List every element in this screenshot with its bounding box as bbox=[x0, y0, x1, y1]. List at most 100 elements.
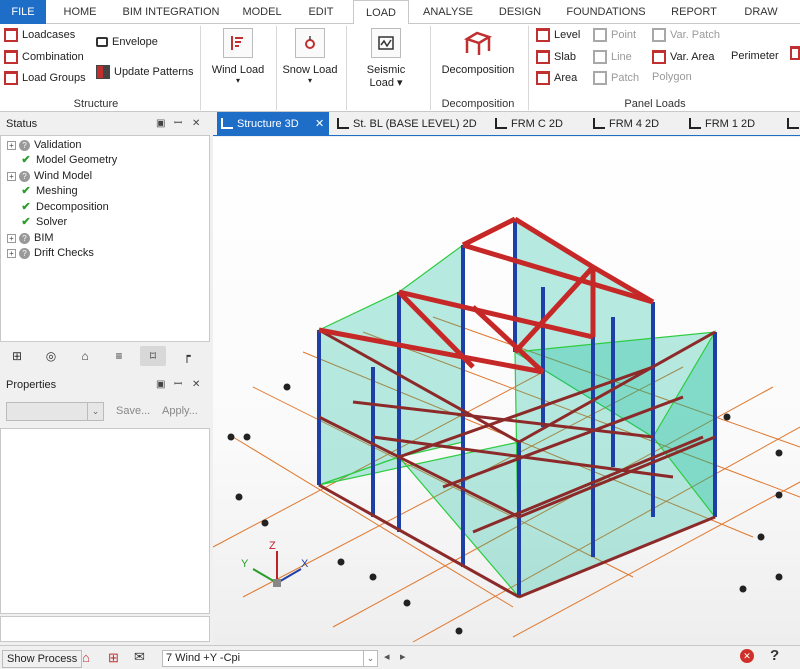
patch-load-button[interactable]: Patch bbox=[593, 71, 639, 85]
decomposition-button[interactable]: Decomposition bbox=[436, 28, 520, 76]
pane-dropdown-icon[interactable]: ▣ bbox=[156, 113, 165, 135]
check-icon: ✔ bbox=[21, 201, 31, 213]
loadcase-select[interactable]: 7 Wind +Y -Cpi ⌄ bbox=[162, 650, 378, 667]
tree-item-meshing[interactable]: ✔ Meshing bbox=[7, 184, 77, 199]
tab-report[interactable]: REPORT bbox=[666, 0, 722, 24]
expand-icon[interactable]: + bbox=[7, 141, 16, 150]
var-area-load-button[interactable]: Var. Area bbox=[652, 50, 714, 64]
expand-icon[interactable]: + bbox=[7, 249, 16, 258]
var-area-load-icon bbox=[652, 50, 666, 64]
tab-draw[interactable]: DRAW bbox=[736, 0, 786, 24]
combination-icon bbox=[4, 50, 18, 64]
pin-icon[interactable]: ꟷ bbox=[174, 113, 182, 135]
lock-view-icon[interactable]: ⌑ bbox=[140, 346, 166, 366]
slab-load-button[interactable]: Slab bbox=[536, 50, 576, 64]
tree-item-wind-model[interactable]: +? Wind Model bbox=[7, 169, 92, 184]
load-view-icon[interactable]: ⌂ bbox=[72, 346, 98, 366]
tree-item-bim[interactable]: +? BIM bbox=[7, 231, 54, 246]
column-view-icon[interactable]: ≡ bbox=[106, 346, 132, 366]
seismic-load-icon bbox=[371, 28, 401, 58]
patch-load-icon bbox=[593, 71, 607, 85]
level-load-button[interactable]: Level bbox=[536, 28, 580, 42]
tab-frm-1-2d[interactable]: FRM 1 2D bbox=[685, 112, 767, 136]
frame-view-icon[interactable]: ⊞ bbox=[4, 346, 30, 366]
tree-item-model-geometry[interactable]: ✔ Model Geometry bbox=[7, 153, 117, 168]
more-panel-load-icon[interactable] bbox=[790, 46, 800, 60]
seismic-load-button[interactable]: Seismic Load ▾ bbox=[357, 28, 415, 89]
perimeter-load-button[interactable]: Perimeter bbox=[731, 50, 779, 62]
next-loadcase-icon[interactable]: ▸ bbox=[400, 650, 406, 663]
chevron-down-icon[interactable]: ⌄ bbox=[87, 403, 103, 420]
structure-3d-model[interactable]: Z X Y bbox=[213, 137, 800, 645]
snow-load-icon bbox=[295, 28, 325, 58]
tab-file[interactable]: FILE bbox=[0, 0, 46, 24]
load-groups-button[interactable]: Load Groups bbox=[4, 71, 86, 85]
tab-model[interactable]: MODEL bbox=[236, 0, 288, 24]
properties-select[interactable]: ⌄ bbox=[6, 402, 104, 421]
line-load-button[interactable]: Line bbox=[593, 50, 632, 64]
close-icon[interactable]: ✕ bbox=[192, 113, 200, 135]
update-patterns-button[interactable]: Update Patterns bbox=[96, 65, 194, 79]
loadcases-button[interactable]: Loadcases bbox=[4, 28, 75, 42]
previous-loadcase-icon[interactable]: ◂ bbox=[384, 650, 390, 663]
close-icon[interactable]: ✕ bbox=[192, 374, 200, 396]
tree-item-solver[interactable]: ✔ Solver bbox=[7, 215, 67, 230]
tab-bim-integration[interactable]: BIM INTEGRATION bbox=[116, 0, 226, 24]
polygon-load-button[interactable]: Polygon bbox=[652, 71, 692, 83]
expand-icon[interactable]: + bbox=[7, 172, 16, 181]
wind-load-button[interactable]: Wind Load ▾ bbox=[208, 28, 268, 85]
var-patch-load-button[interactable]: Var. Patch bbox=[652, 28, 720, 42]
tree-item-drift-checks[interactable]: +? Drift Checks bbox=[7, 246, 94, 261]
apply-button[interactable]: Apply... bbox=[162, 405, 198, 417]
tab-base-level-2d[interactable]: St. BL (BASE LEVEL) 2D bbox=[333, 112, 477, 136]
tree-item-validation[interactable]: +? Validation bbox=[7, 138, 82, 153]
pane-dropdown-icon[interactable]: ▣ bbox=[156, 374, 165, 396]
envelope-display-icon[interactable]: ✉ bbox=[134, 649, 145, 665]
point-load-button[interactable]: Point bbox=[593, 28, 636, 42]
save-button[interactable]: Save... bbox=[116, 405, 150, 417]
tab-foundations[interactable]: FOUNDATIONS bbox=[560, 0, 652, 24]
tab-load[interactable]: LOAD bbox=[353, 0, 409, 25]
close-tab-icon[interactable]: ✕ bbox=[315, 112, 324, 136]
slab-load-icon bbox=[536, 50, 550, 64]
separator bbox=[528, 26, 529, 110]
area-load-button[interactable]: Area bbox=[536, 71, 577, 85]
expand-icon[interactable]: + bbox=[7, 234, 16, 243]
member-view-icon[interactable]: ┍ bbox=[174, 346, 200, 366]
view-2d-icon bbox=[337, 118, 349, 129]
group-label-structure: Structure bbox=[73, 98, 119, 110]
tab-frm-c-2d[interactable]: FRM C 2D bbox=[491, 112, 573, 136]
envelope-button[interactable]: Envelope bbox=[96, 36, 158, 48]
load-display-icon[interactable]: ⌂ bbox=[82, 650, 90, 665]
help-icon[interactable]: ? bbox=[770, 647, 779, 664]
unknown-status-icon: ? bbox=[19, 171, 30, 182]
pin-icon[interactable]: ꟷ bbox=[174, 374, 182, 396]
wind-view-icon[interactable]: ◎ bbox=[38, 346, 64, 366]
chevron-down-icon[interactable]: ⌄ bbox=[363, 651, 377, 666]
status-toolbar: ⊞ ◎ ⌂ ≡ ⌑ ┍ bbox=[0, 341, 210, 368]
error-icon[interactable]: ✕ bbox=[740, 649, 754, 663]
unknown-status-icon: ? bbox=[19, 248, 30, 259]
show-process-button[interactable]: Show Process bbox=[2, 650, 83, 668]
tree-item-decomposition[interactable]: ✔ Decomposition bbox=[7, 200, 108, 215]
properties-pane-title: Properties bbox=[6, 379, 57, 391]
tab-analyse[interactable]: ANALYSE bbox=[418, 0, 478, 24]
axis-label-y: Y bbox=[241, 558, 249, 570]
document-tabs: Structure 3D ✕ St. BL (BASE LEVEL) 2D FRM… bbox=[213, 112, 800, 136]
tab-structure-3d[interactable]: Structure 3D ✕ bbox=[217, 112, 329, 136]
decomposition-icon bbox=[463, 28, 493, 58]
3d-viewport[interactable]: Z X Y bbox=[213, 137, 800, 645]
combination-button[interactable]: Combination bbox=[4, 50, 84, 64]
separator bbox=[200, 26, 201, 110]
tab-frm-4-2d[interactable]: FRM 4 2D bbox=[589, 112, 671, 136]
tab-design[interactable]: DESIGN bbox=[492, 0, 548, 24]
tab-edit[interactable]: EDIT bbox=[298, 0, 344, 24]
snow-load-button[interactable]: Snow Load ▾ bbox=[281, 28, 339, 85]
status-tree: +? Validation ✔ Model Geometry +? Wind Mode… bbox=[0, 135, 210, 342]
axis-label-x: X bbox=[301, 558, 309, 570]
tab-home[interactable]: HOME bbox=[56, 0, 104, 24]
check-icon: ✔ bbox=[21, 185, 31, 197]
var-patch-load-icon bbox=[652, 28, 666, 42]
combination-display-icon[interactable]: ⊞ bbox=[108, 650, 119, 666]
tab-more[interactable] bbox=[783, 112, 800, 136]
